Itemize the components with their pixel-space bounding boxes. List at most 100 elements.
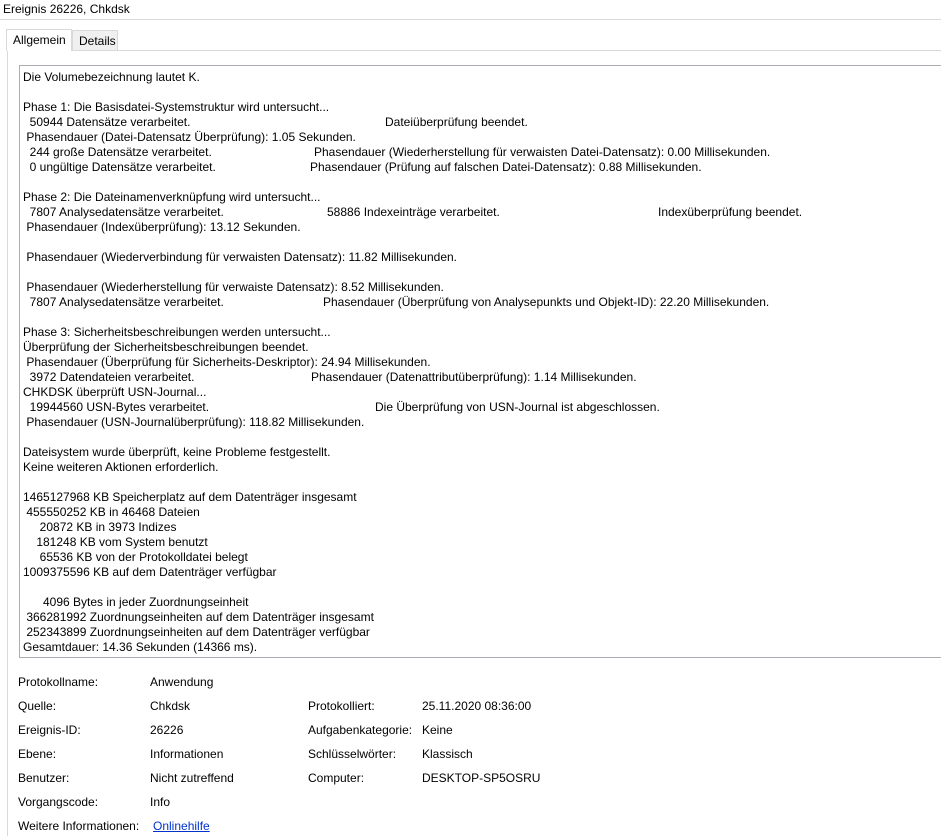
message-line: 455550252 KB in 46468 Dateien bbox=[23, 505, 933, 520]
message-line: Dateisystem wurde überprüft, keine Probl… bbox=[23, 445, 933, 460]
message-segment: Dateiüberprüfung beendet. bbox=[385, 115, 528, 129]
message-segment: Phasendauer (Datei-Datensatz Überprüfung… bbox=[23, 130, 356, 144]
message-segment: Phasendauer (Wiederherstellung für verwa… bbox=[23, 280, 444, 294]
message-line: Phasendauer (Wiederverbindung für verwai… bbox=[23, 250, 933, 265]
message-line: 3972 Datendateien verarbeitet. Phasendaue… bbox=[23, 370, 933, 385]
message-line: Phase 3: Sicherheitsbeschreibungen werde… bbox=[23, 325, 933, 340]
tab-strip: Allgemein Details bbox=[0, 29, 941, 51]
message-segment: CHKDSK überprüft USN-Journal... bbox=[23, 385, 207, 399]
message-line: 181248 KB vom System benutzt bbox=[23, 535, 933, 550]
message-line: 20872 KB in 3973 Indizes bbox=[23, 520, 933, 535]
message-line bbox=[23, 430, 933, 445]
protokollname-value[interactable]: Anwendung bbox=[150, 674, 213, 690]
message-line: 19944560 USN-Bytes verarbeitet. Die Überp… bbox=[23, 400, 933, 415]
aufgabenkategorie-value[interactable]: Keine bbox=[422, 722, 453, 738]
message-line: Die Volumebezeichnung lautet K. bbox=[23, 70, 933, 85]
message-segment: 1465127968 KB Speicherplatz auf dem Date… bbox=[23, 490, 357, 504]
message-segment: 19944560 USN-Bytes verarbeitet. bbox=[23, 400, 210, 414]
message-segment: Keine weiteren Aktionen erforderlich. bbox=[23, 460, 219, 474]
message-segment: Phase 1: Die Basisdatei-Systemstruktur w… bbox=[23, 100, 330, 114]
quelle-label: Quelle: bbox=[18, 699, 57, 713]
message-segment: 7807 Analysedatensätze verarbeitet. bbox=[23, 205, 224, 219]
benutzer-value[interactable]: Nicht zutreffend bbox=[150, 770, 234, 786]
message-line: Phasendauer (Überprüfung für Sicherheits… bbox=[23, 355, 933, 370]
message-segment: Indexüberprüfung beendet. bbox=[658, 205, 803, 219]
message-line: 252343899 Zuordnungseinheiten auf dem Da… bbox=[23, 625, 933, 640]
message-line: Phasendauer (Datei-Datensatz Überprüfung… bbox=[23, 130, 933, 145]
message-line bbox=[23, 310, 933, 325]
window-title: Ereignis 26226, Chkdsk bbox=[0, 0, 941, 20]
message-line: 244 große Datensätze verarbeitet. Phasend… bbox=[23, 145, 933, 160]
message-segment: 244 große Datensätze verarbeitet. bbox=[23, 145, 212, 159]
ereignis-id-value[interactable]: 26226 bbox=[150, 722, 183, 738]
message-line bbox=[23, 85, 933, 100]
message-segment: Gesamtdauer: 14.36 Sekunden (14366 ms). bbox=[23, 640, 258, 654]
message-segment: Dateisystem wurde überprüft, keine Probl… bbox=[23, 445, 331, 459]
message-line: Phase 2: Die Dateinamenverknüpfung wird … bbox=[23, 190, 933, 205]
message-line: 0 ungültige Datensätze verarbeitet. Phase… bbox=[23, 160, 933, 175]
quelle-value[interactable]: Chkdsk bbox=[150, 698, 190, 714]
message-segment: Die Volumebezeichnung lautet K. bbox=[23, 70, 200, 84]
message-segment: 7807 Analysedatensätze verarbeitet. bbox=[23, 295, 224, 309]
protokolliert-label: Protokolliert: bbox=[308, 699, 375, 713]
message-segment: Phasendauer (Wiederverbindung für verwai… bbox=[23, 250, 458, 264]
message-line: Phasendauer (USN-Journalüberprüfung): 11… bbox=[23, 415, 933, 430]
vorgangscode-value[interactable]: Info bbox=[150, 794, 170, 810]
message-segment: 65536 KB von der Protokolldatei belegt bbox=[23, 550, 248, 564]
protokollname-label: Protokollname: bbox=[18, 675, 99, 689]
message-line: Phasendauer (Indexüberprüfung): 13.12 Se… bbox=[23, 220, 933, 235]
ereignis-id-label: Ereignis-ID: bbox=[18, 723, 81, 737]
message-line bbox=[23, 235, 933, 250]
protokolliert-value[interactable]: 25.11.2020 08:36:00 bbox=[422, 698, 531, 714]
message-line: 366281992 Zuordnungseinheiten auf dem Da… bbox=[23, 610, 933, 625]
message-segment: Die Überprüfung von USN-Journal ist abge… bbox=[375, 400, 660, 414]
message-line: 50944 Datensätze verarbeitet. Dateiüberpr… bbox=[23, 115, 933, 130]
message-line bbox=[23, 175, 933, 190]
message-segment: Phase 3: Sicherheitsbeschreibungen werde… bbox=[23, 325, 331, 339]
message-segment: Phasendauer (Indexüberprüfung): 13.12 Se… bbox=[23, 220, 301, 234]
schluesselwoerter-label: Schlüsselwörter: bbox=[308, 747, 397, 761]
weitere-informationen-label: Weitere Informationen: bbox=[18, 819, 140, 833]
ebene-value[interactable]: Informationen bbox=[150, 746, 223, 762]
message-segment: 58886 Indexeinträge verarbeitet. bbox=[327, 205, 500, 219]
tab-allgemein[interactable]: Allgemein bbox=[6, 29, 72, 51]
message-segment: 4096 Bytes in jeder Zuordnungseinheit bbox=[23, 595, 249, 609]
message-segment: 1009375596 KB auf dem Datenträger verfüg… bbox=[23, 565, 277, 579]
message-line: Keine weiteren Aktionen erforderlich. bbox=[23, 460, 933, 475]
message-segment: 20872 KB in 3973 Indizes bbox=[23, 520, 177, 534]
message-line: Phasendauer (Wiederherstellung für verwa… bbox=[23, 280, 933, 295]
message-line: Phase 1: Die Basisdatei-Systemstruktur w… bbox=[23, 100, 933, 115]
computer-label: Computer: bbox=[308, 771, 365, 785]
message-segment: Phasendauer (USN-Journalüberprüfung): 11… bbox=[23, 415, 365, 429]
message-line: 65536 KB von der Protokolldatei belegt bbox=[23, 550, 933, 565]
computer-value[interactable]: DESKTOP-SP5OSRU bbox=[422, 770, 540, 786]
message-segment: 455550252 KB in 46468 Dateien bbox=[23, 505, 200, 519]
message-line: 1009375596 KB auf dem Datenträger verfüg… bbox=[23, 565, 933, 580]
tab-details[interactable]: Details bbox=[72, 30, 118, 50]
message-segment: 50944 Datensätze verarbeitet. bbox=[23, 115, 191, 129]
message-segment: Phasendauer (Überprüfung für Sicherheits… bbox=[23, 355, 431, 369]
message-line: CHKDSK überprüft USN-Journal... bbox=[23, 385, 933, 400]
message-segment: 0 ungültige Datensätze verarbeitet. bbox=[23, 160, 216, 174]
message-segment: 252343899 Zuordnungseinheiten auf dem Da… bbox=[23, 625, 370, 639]
vorgangscode-label: Vorgangscode: bbox=[18, 795, 99, 809]
message-line: 7807 Analysedatensätze verarbeitet. 58886… bbox=[23, 205, 933, 220]
message-segment: Phasendauer (Wiederherstellung für verwa… bbox=[314, 145, 771, 159]
general-tab-panel: Die Volumebezeichnung lautet K. Phase 1: … bbox=[7, 50, 941, 836]
message-segment: Phase 2: Die Dateinamenverknüpfung wird … bbox=[23, 190, 321, 204]
aufgabenkategorie-label: Aufgabenkategorie: bbox=[308, 723, 413, 737]
onlinehilfe-link[interactable]: Onlinehilfe bbox=[153, 818, 210, 834]
message-line: 1465127968 KB Speicherplatz auf dem Date… bbox=[23, 490, 933, 505]
message-line: Gesamtdauer: 14.36 Sekunden (14366 ms). bbox=[23, 640, 933, 655]
message-line: 4096 Bytes in jeder Zuordnungseinheit bbox=[23, 595, 933, 610]
schluesselwoerter-value[interactable]: Klassisch bbox=[422, 746, 473, 762]
message-segment: 3972 Datendateien verarbeitet. bbox=[23, 370, 195, 384]
event-description-textbox[interactable]: Die Volumebezeichnung lautet K. Phase 1: … bbox=[19, 65, 941, 658]
message-line bbox=[23, 475, 933, 490]
message-segment: 181248 KB vom System benutzt bbox=[23, 535, 208, 549]
message-segment: 366281992 Zuordnungseinheiten auf dem Da… bbox=[23, 610, 374, 624]
message-line: 7807 Analysedatensätze verarbeitet. Phase… bbox=[23, 295, 933, 310]
message-line bbox=[23, 580, 933, 595]
message-segment: Überprüfung der Sicherheitsbeschreibunge… bbox=[23, 340, 309, 354]
message-segment: Phasendauer (Prüfung auf falschen Datei-… bbox=[310, 160, 702, 174]
